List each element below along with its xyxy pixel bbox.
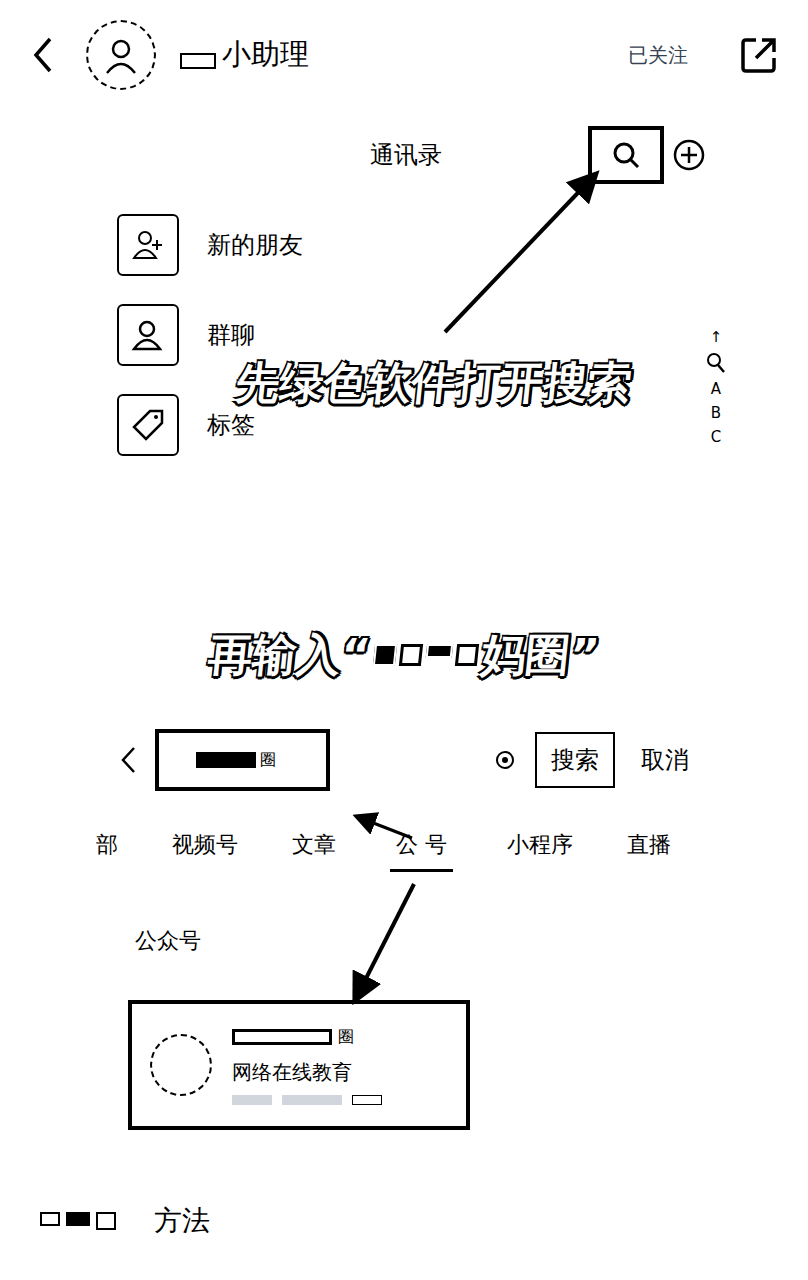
contacts-panel: 通讯录新的朋友群聊标签 ↑ ABC 先绿色软件打开搜索 [0, 110, 808, 470]
index-search-icon[interactable] [706, 352, 726, 374]
redaction [232, 1029, 332, 1045]
title: 小助理 [222, 33, 309, 77]
footer: 方法 [0, 1200, 808, 1242]
search-query: 圈 [260, 748, 276, 772]
arrow-icon [356, 884, 414, 998]
redaction [232, 1095, 382, 1105]
row-label: 标签 [207, 407, 255, 443]
arrows-overlay [0, 0, 808, 1280]
footer-text: 方法 [154, 1200, 210, 1242]
tab[interactable]: 小程序 [507, 828, 573, 872]
result-description: 网络在线教育 [232, 1057, 382, 1087]
tab[interactable]: 直播 [627, 828, 671, 872]
new-friend-icon [131, 228, 165, 262]
group-icon [130, 317, 166, 353]
caption: 先绿色软件打开搜索 [233, 350, 636, 416]
header: 小助理 已关注 [0, 0, 808, 110]
row-icon-box [117, 304, 179, 366]
search-input[interactable]: 圈 [155, 729, 330, 791]
arrow-icon [358, 817, 412, 838]
cancel-button[interactable]: 取消 [641, 742, 689, 778]
tab-bar: 部 视频号 文章 公 号 小程序 直播 [0, 810, 808, 890]
row-icon-box [117, 394, 179, 456]
row-label: 群聊 [207, 317, 255, 353]
contacts-title: 通讯录 [370, 137, 442, 173]
search-bar: 圈 搜索取消 [0, 720, 808, 800]
row-icon-box [117, 214, 179, 276]
redaction [196, 752, 256, 768]
account-avatar [150, 1034, 212, 1096]
tag-icon [130, 407, 166, 443]
index-letter[interactable]: B [711, 404, 721, 422]
caption-area: 再输入“妈圈” [0, 470, 808, 720]
back-icon[interactable] [118, 744, 138, 776]
plus-icon[interactable] [672, 138, 706, 172]
contact-row[interactable]: 新的朋友 [0, 200, 808, 290]
search-submit-button[interactable]: 搜索 [535, 732, 615, 788]
avatar[interactable] [86, 20, 156, 90]
section-title: 公众号 [0, 890, 808, 990]
redaction [180, 53, 216, 69]
tab[interactable]: 公 号 [390, 828, 453, 872]
back-icon[interactable] [30, 35, 56, 75]
tab[interactable]: 视频号 [172, 828, 238, 872]
arrow-icon [445, 176, 594, 332]
index-bar[interactable]: ↑ ABC [704, 328, 728, 446]
caption: 再输入“妈圈” [206, 622, 603, 688]
index-letter[interactable]: A [711, 380, 721, 398]
index-letter[interactable]: ↑ [710, 328, 723, 346]
result-name: 圈 [338, 1025, 354, 1049]
search-button[interactable] [588, 126, 664, 184]
search-icon [611, 140, 641, 170]
person-icon [101, 35, 141, 75]
redaction [40, 1212, 116, 1230]
index-letter[interactable]: C [711, 428, 721, 446]
result-card[interactable]: 圈网络在线教育 [128, 1000, 470, 1130]
follow-button[interactable]: 已关注 [628, 40, 688, 70]
tab[interactable]: 部 [96, 828, 118, 872]
redaction [373, 644, 479, 666]
clear-icon[interactable] [495, 750, 515, 770]
tab[interactable]: 文章 [292, 828, 336, 872]
row-label: 新的朋友 [207, 227, 303, 263]
share-icon[interactable] [740, 36, 778, 74]
